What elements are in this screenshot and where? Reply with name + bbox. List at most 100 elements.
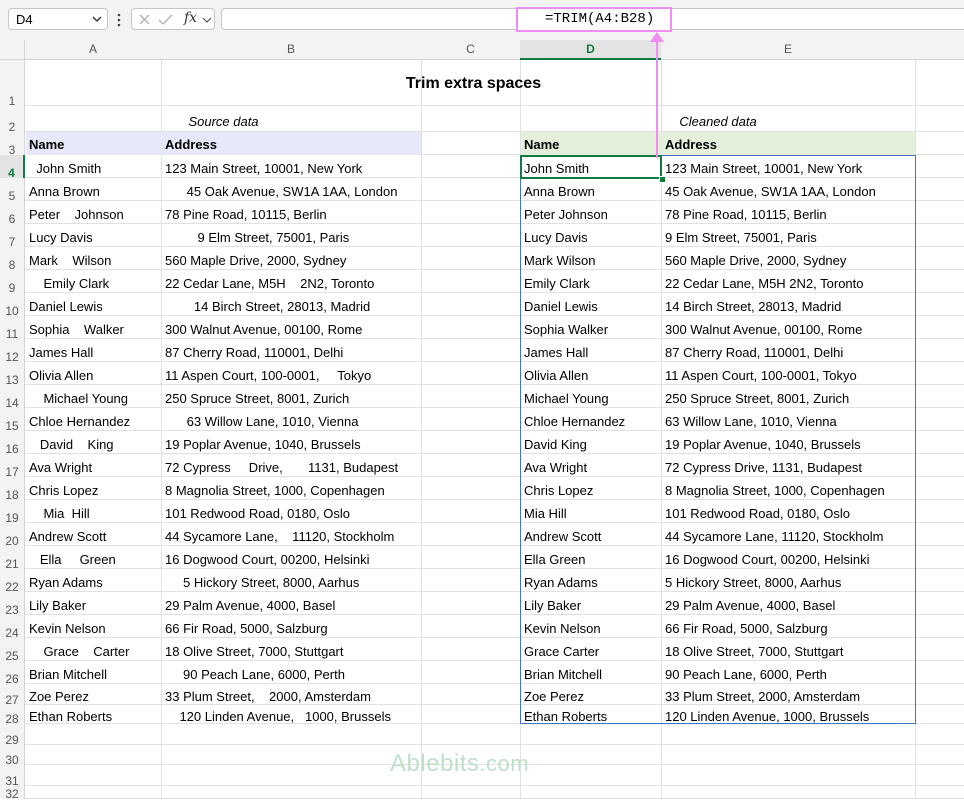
- source-address-cell[interactable]: 66 Fir Road, 5000, Salzburg: [162, 615, 420, 638]
- row-header-31[interactable]: 31: [0, 765, 25, 788]
- source-name-cell[interactable]: Michael Young: [26, 385, 161, 408]
- cancel-icon[interactable]: [138, 13, 151, 26]
- row-header-11[interactable]: 11: [0, 316, 25, 341]
- chevron-down-icon[interactable]: [91, 13, 103, 25]
- select-all-corner[interactable]: [0, 40, 25, 60]
- more-options-icon[interactable]: [116, 10, 122, 30]
- source-address-cell[interactable]: 250 Spruce Street, 8001, Zurich: [162, 385, 420, 408]
- row-header-13[interactable]: 13: [0, 362, 25, 387]
- source-name-cell[interactable]: Chris Lopez: [26, 477, 161, 500]
- source-name-cell[interactable]: Kevin Nelson: [26, 615, 161, 638]
- source-name-cell[interactable]: Lily Baker: [26, 592, 161, 615]
- row-header-7[interactable]: 7: [0, 224, 25, 249]
- source-name-cell[interactable]: Olivia Allen: [26, 362, 161, 385]
- row-header-2[interactable]: 2: [0, 106, 25, 134]
- source-name-cell[interactable]: Mark Wilson: [26, 247, 161, 270]
- source-name-cell[interactable]: Zoe Perez: [26, 684, 161, 705]
- row-header-10[interactable]: 10: [0, 293, 25, 318]
- row-header-12[interactable]: 12: [0, 339, 25, 364]
- column-header-a[interactable]: A: [25, 40, 161, 60]
- insert-function-icon[interactable]: fx: [184, 10, 197, 26]
- source-name-cell[interactable]: Peter Johnson: [26, 201, 161, 224]
- source-name-cell[interactable]: Sophia Walker: [26, 316, 161, 339]
- row-header-21[interactable]: 21: [0, 546, 25, 571]
- source-name-cell[interactable]: Ella Green: [26, 546, 161, 569]
- source-name-cell[interactable]: Brian Mitchell: [26, 661, 161, 684]
- row-header-25[interactable]: 25: [0, 638, 25, 663]
- source-address-cell[interactable]: 63 Willow Lane, 1010, Vienna: [162, 408, 420, 431]
- cleaned-caption[interactable]: Cleaned data: [521, 112, 915, 132]
- source-name-cell[interactable]: John Smith: [26, 155, 161, 178]
- source-name-cell[interactable]: Ava Wright: [26, 454, 161, 477]
- source-address-cell[interactable]: 560 Maple Drive, 2000, Sydney: [162, 247, 420, 270]
- source-address-cell[interactable]: 120 Linden Avenue, 1000, Brussels: [162, 705, 420, 724]
- row-header-9[interactable]: 9: [0, 270, 25, 295]
- source-address-cell[interactable]: 22 Cedar Lane, M5H 2N2, Toronto: [162, 270, 420, 293]
- source-name-cell[interactable]: Daniel Lewis: [26, 293, 161, 316]
- column-header-blank[interactable]: [915, 40, 964, 60]
- source-name-cell[interactable]: David King: [26, 431, 161, 454]
- source-address-cell[interactable]: 18 Olive Street, 7000, Stuttgart: [162, 638, 420, 661]
- source-address-cell[interactable]: 16 Dogwood Court, 00200, Helsinki: [162, 546, 420, 569]
- row-header-17[interactable]: 17: [0, 454, 25, 479]
- source-address-cell[interactable]: 45 Oak Avenue, SW1A 1AA, London: [162, 178, 420, 201]
- name-box[interactable]: D4: [8, 8, 108, 30]
- source-address-cell[interactable]: 44 Sycamore Lane, 11120, Stockholm: [162, 523, 420, 546]
- source-address-cell[interactable]: 123 Main Street, 10001, New York: [162, 155, 420, 178]
- source-address-cell[interactable]: 87 Cherry Road, 110001, Delhi: [162, 339, 420, 362]
- row-header-5[interactable]: 5: [0, 178, 25, 203]
- row-header-28[interactable]: 28: [0, 705, 25, 726]
- row-header-20[interactable]: 20: [0, 523, 25, 548]
- column-header-c[interactable]: C: [421, 40, 520, 60]
- source-caption[interactable]: Source data: [26, 112, 421, 132]
- row-header-15[interactable]: 15: [0, 408, 25, 433]
- source-name-cell[interactable]: James Hall: [26, 339, 161, 362]
- source-address-cell[interactable]: 14 Birch Street, 28013, Madrid: [162, 293, 420, 316]
- source-name-cell[interactable]: Ethan Roberts: [26, 705, 161, 724]
- confirm-icon[interactable]: [158, 13, 173, 26]
- source-address-cell[interactable]: 5 Hickory Street, 8000, Aarhus: [162, 569, 420, 592]
- row-header-1[interactable]: 1: [0, 60, 25, 108]
- source-address-cell[interactable]: 11 Aspen Court, 100-0001, Tokyo: [162, 362, 420, 385]
- source-address-cell[interactable]: 33 Plum Street, 2000, Amsterdam: [162, 684, 420, 705]
- row-header-27[interactable]: 27: [0, 684, 25, 707]
- row-header-14[interactable]: 14: [0, 385, 25, 410]
- source-name-cell[interactable]: Anna Brown: [26, 178, 161, 201]
- source-name-cell[interactable]: Chloe Hernandez: [26, 408, 161, 431]
- source-name-cell[interactable]: Grace Carter: [26, 638, 161, 661]
- row-header-23[interactable]: 23: [0, 592, 25, 617]
- source-address-cell[interactable]: 9 Elm Street, 75001, Paris: [162, 224, 420, 247]
- source-address-cell[interactable]: 90 Peach Lane, 6000, Perth: [162, 661, 420, 684]
- source-address-cell[interactable]: 8 Magnolia Street, 1000, Copenhagen: [162, 477, 420, 500]
- sheet-title[interactable]: Trim extra spaces: [26, 72, 921, 96]
- source-address-cell[interactable]: 300 Walnut Avenue, 00100, Rome: [162, 316, 420, 339]
- fill-handle[interactable]: [659, 176, 666, 183]
- row-header-26[interactable]: 26: [0, 661, 25, 686]
- source-name-cell[interactable]: Ryan Adams: [26, 569, 161, 592]
- row-header-3[interactable]: 3: [0, 132, 25, 157]
- source-address-cell[interactable]: 29 Palm Avenue, 4000, Basel: [162, 592, 420, 615]
- source-address-cell[interactable]: 19 Poplar Avenue, 1040, Brussels: [162, 431, 420, 454]
- row-header-32[interactable]: 32: [0, 786, 25, 801]
- row-header-30[interactable]: 30: [0, 745, 25, 767]
- row-header-22[interactable]: 22: [0, 569, 25, 594]
- row-header-19[interactable]: 19: [0, 500, 25, 525]
- row-header-6[interactable]: 6: [0, 201, 25, 226]
- row-header-4[interactable]: 4: [0, 155, 25, 180]
- source-address-cell[interactable]: 101 Redwood Road, 0180, Oslo: [162, 500, 420, 523]
- chevron-down-icon[interactable]: [202, 15, 212, 25]
- row-header-8[interactable]: 8: [0, 247, 25, 272]
- formula-text[interactable]: =TRIM(A4:B28): [516, 7, 672, 32]
- column-header-e[interactable]: E: [661, 40, 915, 60]
- row-header-16[interactable]: 16: [0, 431, 25, 456]
- source-address-cell[interactable]: 72 Cypress Drive, 1131, Budapest: [162, 454, 420, 477]
- row-header-29[interactable]: 29: [0, 724, 25, 747]
- column-header-b[interactable]: B: [161, 40, 421, 60]
- source-address-cell[interactable]: 78 Pine Road, 10115, Berlin: [162, 201, 420, 224]
- source-name-cell[interactable]: Emily Clark: [26, 270, 161, 293]
- row-header-18[interactable]: 18: [0, 477, 25, 502]
- source-name-cell[interactable]: Lucy Davis: [26, 224, 161, 247]
- row-header-24[interactable]: 24: [0, 615, 25, 640]
- source-name-cell[interactable]: Andrew Scott: [26, 523, 161, 546]
- source-name-cell[interactable]: Mia Hill: [26, 500, 161, 523]
